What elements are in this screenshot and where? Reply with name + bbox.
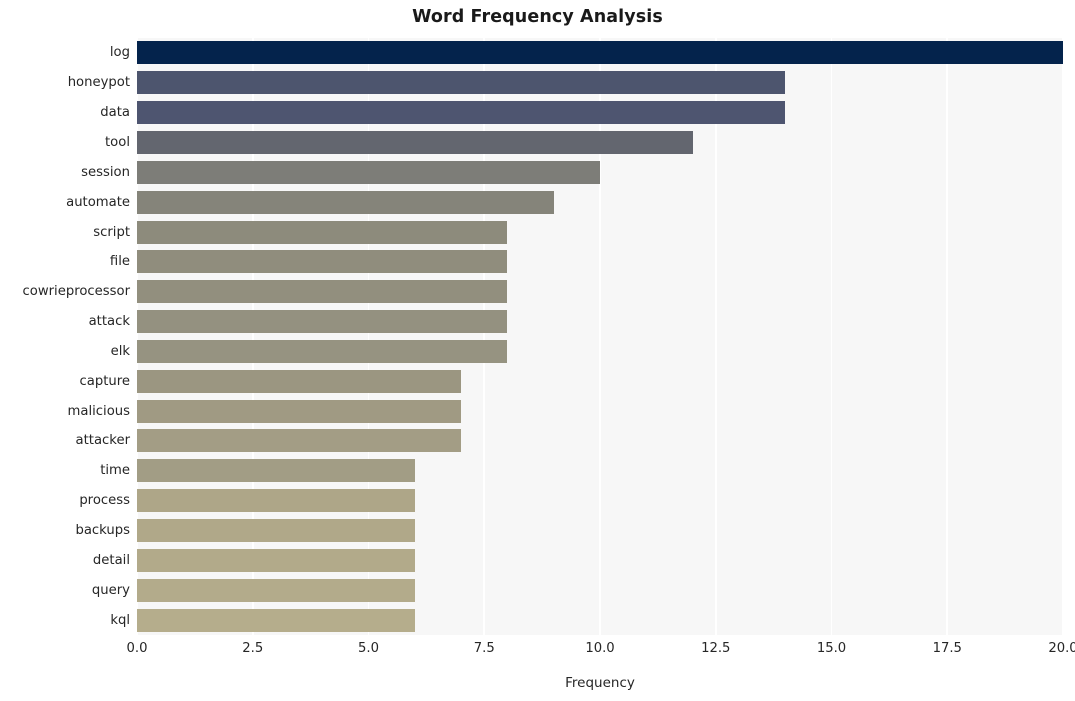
bar-kql[interactable] xyxy=(137,608,415,632)
x-tick-label-0: 0.0 xyxy=(126,641,148,656)
y-tick-label-capture: capture xyxy=(79,373,130,389)
y-axis-tick-labels: log honeypot data tool session automate script… xyxy=(0,38,130,635)
page-title: Word Frequency Analysis xyxy=(412,7,663,27)
bar-script[interactable] xyxy=(137,220,508,244)
bar-query[interactable] xyxy=(137,578,415,602)
bar-cowrieprocessor[interactable] xyxy=(137,280,508,304)
bar-automate[interactable] xyxy=(137,190,554,214)
bar-detail[interactable] xyxy=(137,548,415,572)
y-tick-label-file: file xyxy=(109,254,130,270)
y-tick-label-backups: backups xyxy=(75,523,130,539)
x-tick-label-5: 12.5 xyxy=(701,641,731,656)
y-tick-label-session: session xyxy=(81,164,130,180)
bar-attack[interactable] xyxy=(137,310,508,334)
bar-data[interactable] xyxy=(137,101,786,125)
bar-malicious[interactable] xyxy=(137,399,462,423)
bar-process[interactable] xyxy=(137,489,415,513)
y-tick-label-attack: attack xyxy=(88,314,130,330)
bar-attacker[interactable] xyxy=(137,429,462,453)
y-tick-label-process: process xyxy=(79,493,130,509)
y-tick-label-elk: elk xyxy=(110,343,130,359)
y-tick-label-malicious: malicious xyxy=(67,403,130,419)
y-tick-label-kql: kql xyxy=(110,612,130,628)
x-tick-label-2: 5.0 xyxy=(358,641,379,656)
x-tick-label-6: 15.0 xyxy=(816,641,847,656)
bar-session[interactable] xyxy=(137,160,600,184)
y-tick-label-time: time xyxy=(100,463,130,479)
y-tick-label-tool: tool xyxy=(105,134,130,150)
bars-layer xyxy=(137,38,1063,635)
x-tick-label-7: 17.5 xyxy=(932,641,962,656)
bar-honeypot[interactable] xyxy=(137,71,786,95)
y-tick-label-automate: automate xyxy=(66,194,130,210)
bar-elk[interactable] xyxy=(137,339,508,363)
bar-log[interactable] xyxy=(137,41,1063,65)
y-tick-label-query: query xyxy=(91,582,130,598)
y-tick-label-attacker: attacker xyxy=(75,433,130,449)
y-tick-label-log: log xyxy=(109,45,130,61)
x-axis-tick-labels: 0.0 2.5 5.0 7.5 10.0 12.5 15.0 17.5 20.0 xyxy=(0,641,1075,663)
plot-area xyxy=(137,38,1063,635)
y-tick-label-cowrieprocessor: cowrieprocessor xyxy=(22,284,130,300)
chart-figure: Word Frequency Analysis log honeypot data t… xyxy=(0,0,1075,701)
x-tick-label-1: 2.5 xyxy=(242,641,264,656)
x-tick-label-4: 10.0 xyxy=(585,641,615,656)
bar-backups[interactable] xyxy=(137,519,415,543)
bar-capture[interactable] xyxy=(137,369,462,393)
bar-time[interactable] xyxy=(137,459,415,483)
x-tick-label-3: 7.5 xyxy=(473,641,495,656)
y-tick-label-detail: detail xyxy=(92,552,130,568)
x-tick-label-8: 20.0 xyxy=(1048,641,1075,656)
bar-file[interactable] xyxy=(137,250,508,274)
y-tick-label-data: data xyxy=(100,105,130,121)
y-tick-label-script: script xyxy=(93,224,130,240)
y-tick-label-honeypot: honeypot xyxy=(67,75,130,91)
bar-tool[interactable] xyxy=(137,130,693,154)
x-axis-label: Frequency xyxy=(565,675,635,691)
